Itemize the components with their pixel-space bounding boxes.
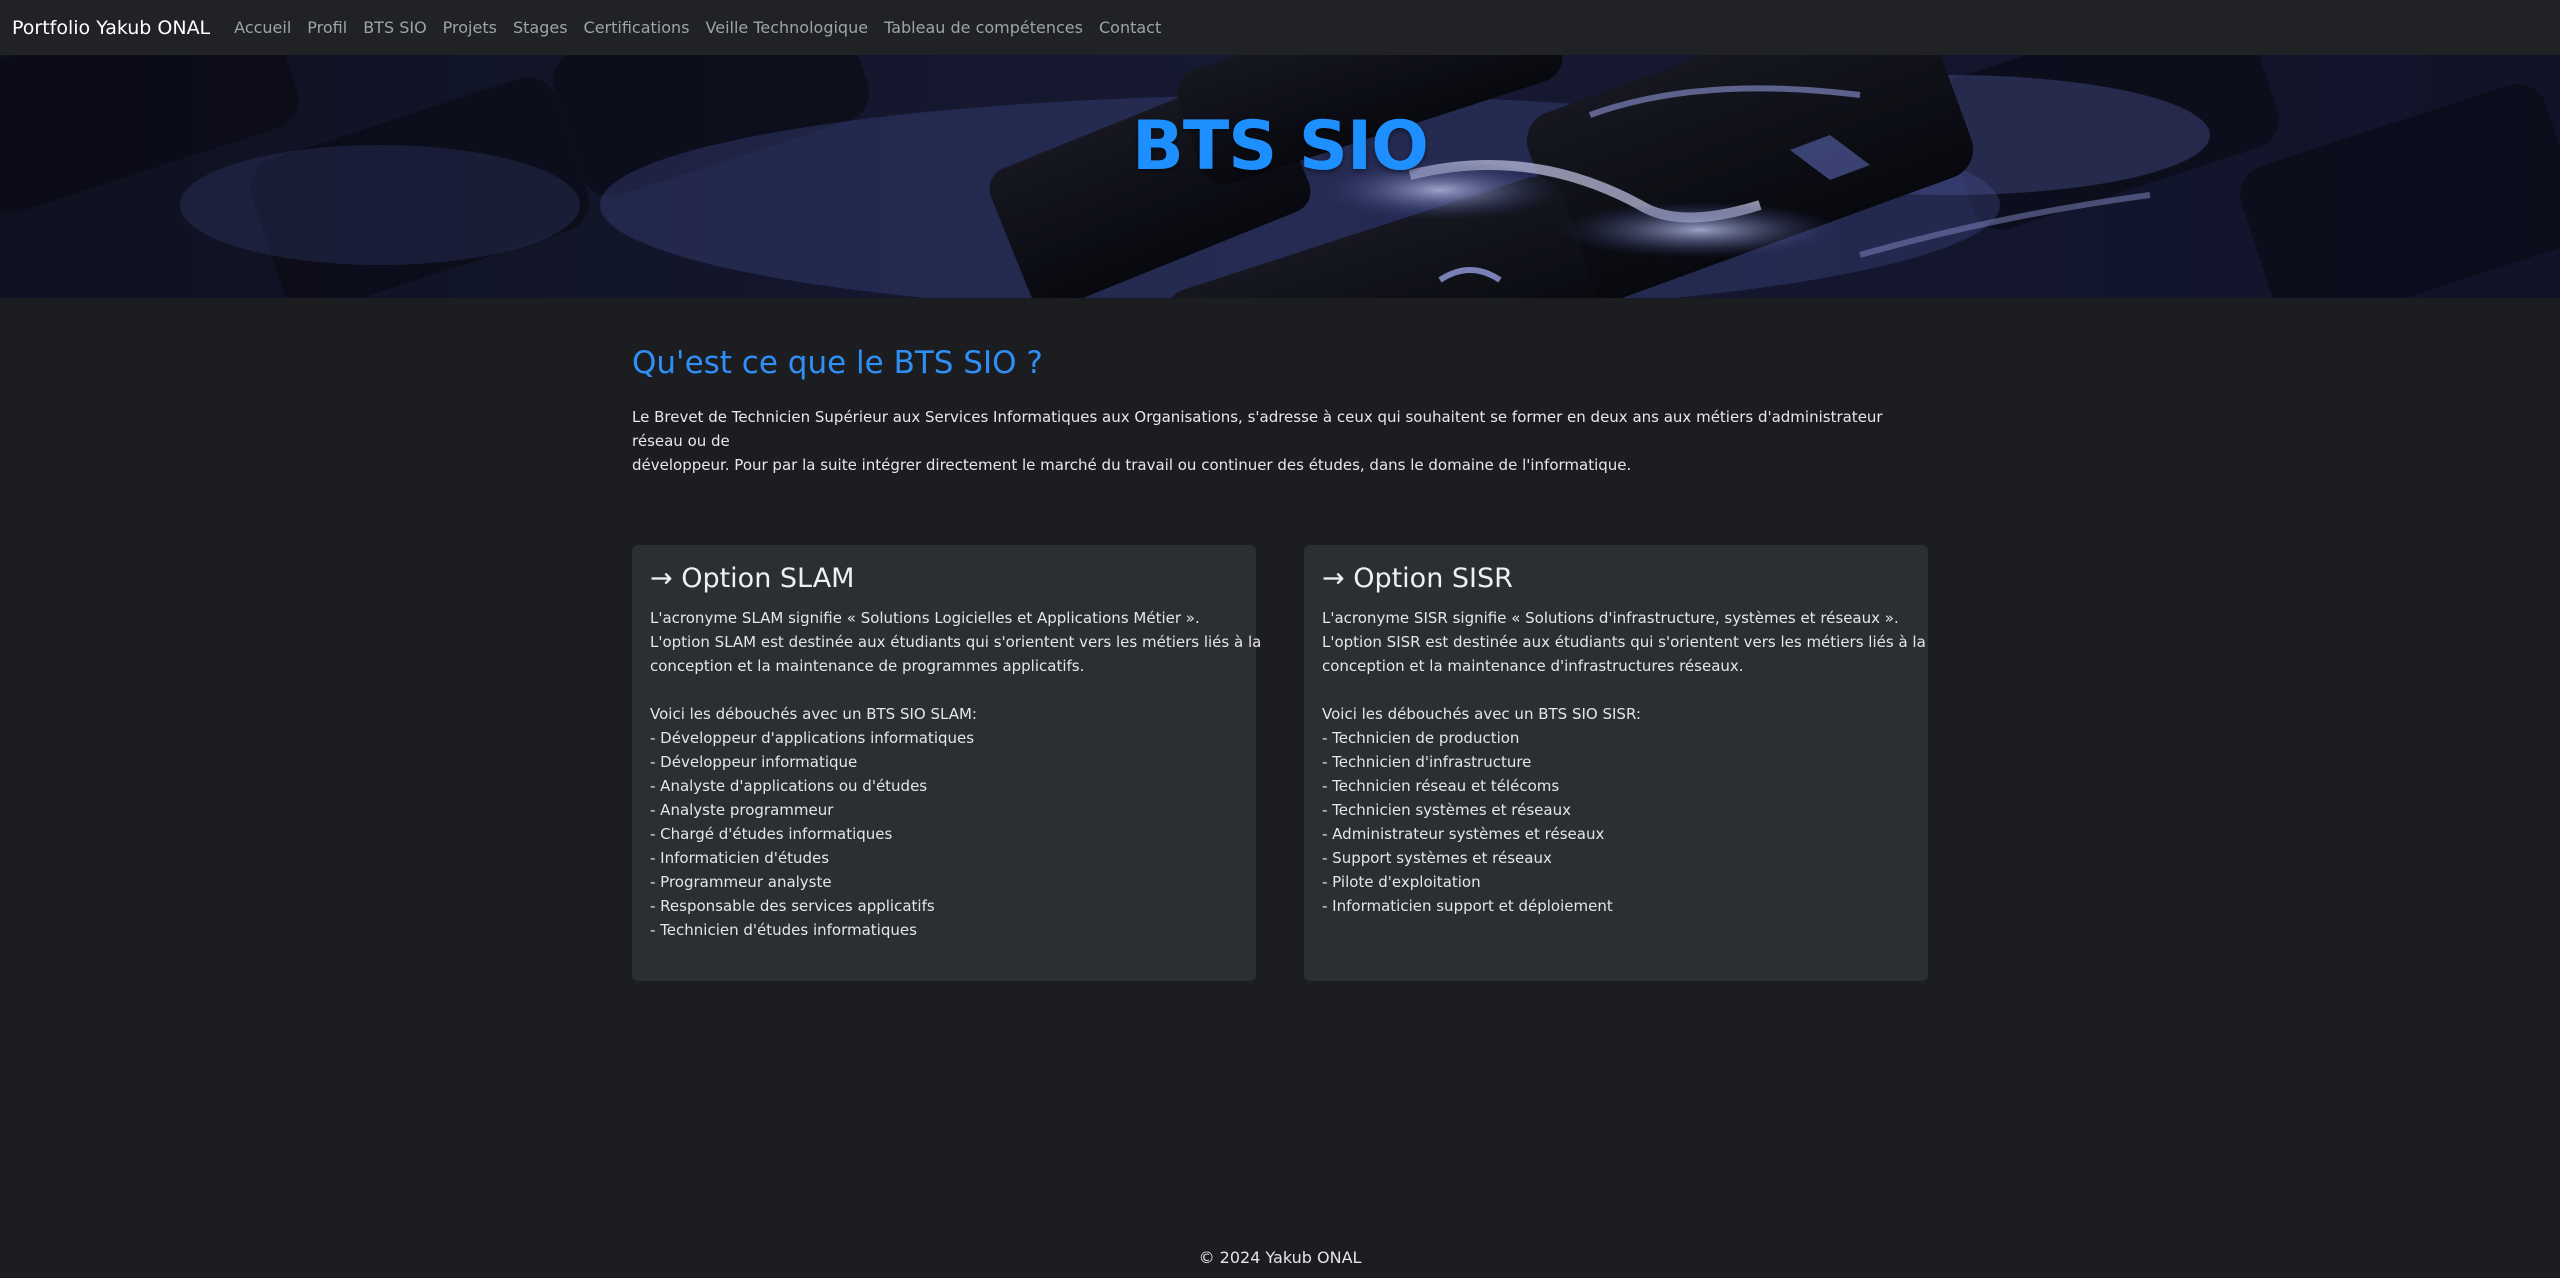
sisr-desc-line: conception et la maintenance d'infrastru… <box>1322 657 1744 675</box>
nav-link-veille[interactable]: Veille Technologique <box>706 18 869 37</box>
card-option-slam: → Option SLAM L'acronyme SLAM signifie «… <box>632 545 1262 981</box>
sisr-job-item: - Support systèmes et réseaux <box>1322 849 1552 867</box>
card-option-sisr: → Option SISR L'acronyme SISR signifie «… <box>1304 545 1928 981</box>
slam-job-item: - Informaticien d'études <box>650 849 830 867</box>
slam-job-item: - Analyste d'applications ou d'études <box>650 777 928 795</box>
slam-job-item: - Analyste programmeur <box>650 801 834 819</box>
slam-jobs-intro: Voici les débouchés avec un BTS SIO SLAM… <box>650 705 977 723</box>
sisr-job-item: - Informaticien support et déploiement <box>1322 897 1613 915</box>
nav-link-certifications[interactable]: Certifications <box>584 18 690 37</box>
nav-link-contact[interactable]: Contact <box>1099 18 1161 37</box>
sisr-job-item: - Technicien de production <box>1322 729 1520 747</box>
navbar-brand[interactable]: Portfolio Yakub ONAL <box>12 17 210 39</box>
sisr-job-item: - Pilote d'exploitation <box>1322 873 1481 891</box>
slam-job-item: - Programmeur analyste <box>650 873 832 891</box>
card-title-sisr: → Option SISR <box>1322 563 1513 594</box>
card-title-slam: → Option SLAM <box>650 563 855 594</box>
slam-job-item: - Développeur d'applications informatiqu… <box>650 729 975 747</box>
sisr-job-item: - Technicien réseau et télécoms <box>1322 777 1560 795</box>
slam-desc-line: L'option SLAM est destinée aux étudiants… <box>650 633 1262 651</box>
hero-banner: BTS SIO <box>0 55 2560 298</box>
intro-paragraph-line: Le Brevet de Technicien Supérieur aux Se… <box>632 408 1883 450</box>
sisr-desc-line: L'option SISR est destinée aux étudiants… <box>1322 633 1926 651</box>
slam-desc-line: L'acronyme SLAM signifie « Solutions Log… <box>650 609 1200 627</box>
slam-job-item: - Responsable des services applicatifs <box>650 897 935 915</box>
footer-copyright: © 2024 Yakub ONAL <box>1198 1248 1362 1267</box>
nav-link-profil[interactable]: Profil <box>307 18 347 37</box>
nav-link-accueil[interactable]: Accueil <box>234 18 291 37</box>
intro-heading: Qu'est ce que le BTS SIO ? <box>632 345 1043 381</box>
slam-desc-line: conception et la maintenance de programm… <box>650 657 1085 675</box>
intro-paragraph: Le Brevet de Technicien Supérieur aux Se… <box>632 405 1928 477</box>
intro-section: Qu'est ce que le BTS SIO ? Le Brevet de … <box>632 345 1928 477</box>
sisr-job-item: - Technicien systèmes et réseaux <box>1322 801 1571 819</box>
nav-link-bts-sio[interactable]: BTS SIO <box>363 18 426 37</box>
slam-job-item: - Technicien d'études informatiques <box>650 921 917 939</box>
slam-job-item: - Développeur informatique <box>650 753 858 771</box>
nav-link-competences[interactable]: Tableau de compétences <box>884 18 1083 37</box>
nav-link-stages[interactable]: Stages <box>513 18 568 37</box>
slam-job-item: - Chargé d'études informatiques <box>650 825 893 843</box>
nav-links: Accueil Profil BTS SIO Projets Stages Ce… <box>234 18 1177 37</box>
navbar: Portfolio Yakub ONAL Accueil Profil BTS … <box>0 0 2560 55</box>
hero-title: BTS SIO <box>1132 107 1429 186</box>
sisr-job-item: - Technicien d'infrastructure <box>1322 753 1532 771</box>
nav-link-projets[interactable]: Projets <box>443 18 497 37</box>
sisr-jobs-intro: Voici les débouchés avec un BTS SIO SISR… <box>1322 705 1641 723</box>
sisr-job-item: - Administrateur systèmes et réseaux <box>1322 825 1605 843</box>
sisr-desc-line: L'acronyme SISR signifie « Solutions d'i… <box>1322 609 1899 627</box>
intro-paragraph-line: développeur. Pour par la suite intégrer … <box>632 456 1632 474</box>
